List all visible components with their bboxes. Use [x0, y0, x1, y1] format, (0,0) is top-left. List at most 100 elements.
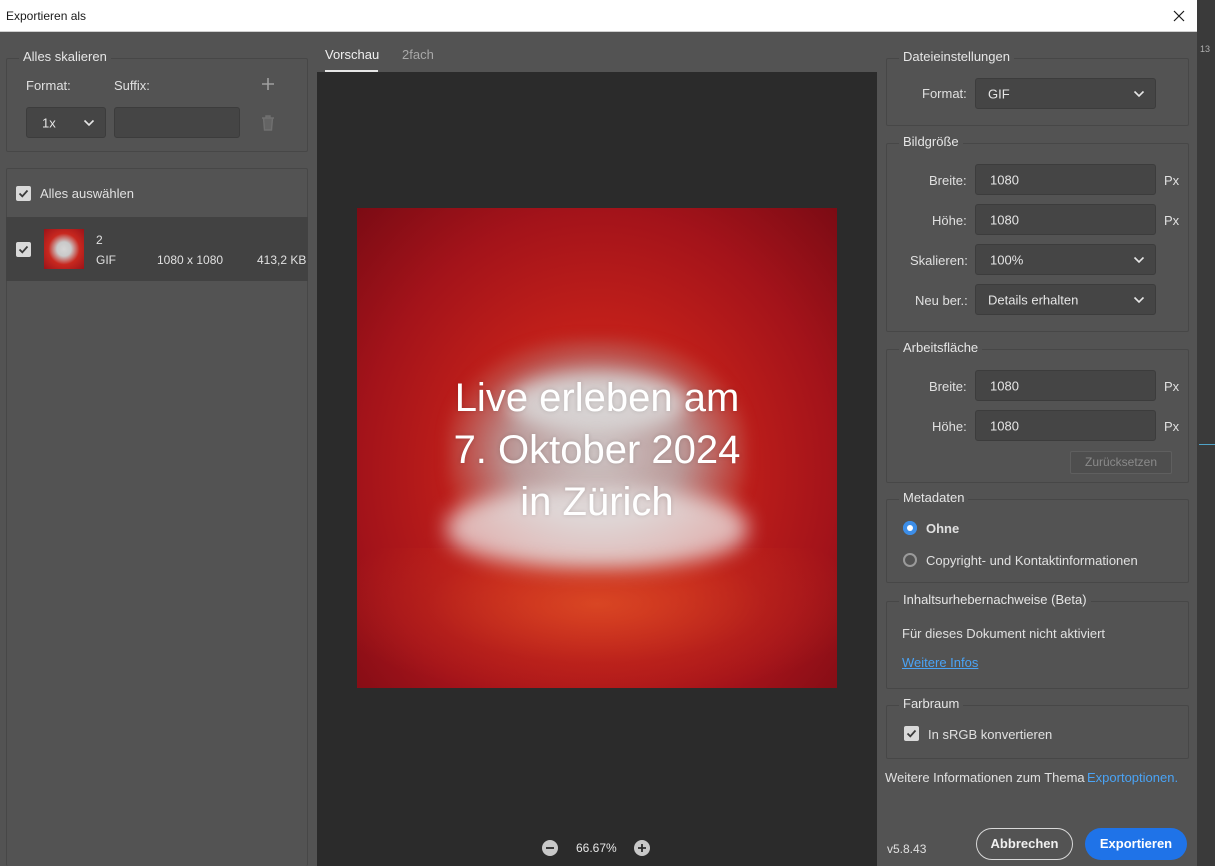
image-width-input[interactable]: 1080	[975, 164, 1156, 195]
file-settings-title: Dateieinstellungen	[899, 49, 1014, 64]
asset-name: 2	[96, 233, 103, 247]
scale-percent-select[interactable]: 100%	[975, 244, 1156, 275]
close-icon	[1173, 10, 1185, 22]
image-width-value: 1080	[990, 172, 1019, 187]
window-title: Exportieren als	[6, 9, 87, 23]
file-format-select[interactable]: GIF	[975, 78, 1156, 109]
scale-all-title: Alles skalieren	[19, 49, 111, 64]
image-text-line-1: Live erleben am	[454, 376, 740, 420]
chevron-down-icon	[1133, 90, 1145, 97]
image-height-label: Höhe:	[932, 213, 967, 228]
scale-select[interactable]: 1x	[26, 107, 106, 138]
title-bar: Exportieren als	[0, 0, 1197, 32]
preview-image: Live erleben am 7. Oktober 2024 in Züric…	[357, 208, 837, 688]
trash-icon	[262, 115, 274, 131]
canvas-size-group: Arbeitsfläche Breite: 1080 Px Höhe: 1080…	[886, 340, 1189, 483]
canvas-height-value: 1080	[990, 418, 1019, 433]
image-width-unit: Px	[1164, 173, 1180, 188]
zoom-out-button[interactable]	[542, 840, 558, 856]
image-width-label: Breite:	[929, 173, 967, 188]
asset-thumbnail	[44, 229, 84, 269]
preview-canvas[interactable]: Live erleben am 7. Oktober 2024 in Züric…	[317, 72, 877, 866]
srgb-checkbox[interactable]	[904, 726, 919, 741]
color-space-group: Farbraum In sRGB konvertieren	[886, 696, 1189, 759]
background-label: 13	[1200, 44, 1211, 54]
suffix-label: Suffix:	[114, 78, 150, 93]
checkmark-icon	[18, 189, 29, 198]
asset-size: 413,2 KB	[257, 253, 307, 267]
plus-icon	[262, 78, 274, 90]
version-label: v5.8.43	[887, 842, 927, 856]
chevron-down-icon	[1133, 256, 1145, 263]
image-glow	[357, 548, 837, 688]
scale-percent-value: 100%	[990, 252, 1024, 267]
canvas-width-unit: Px	[1164, 379, 1180, 394]
select-all-checkbox[interactable]	[16, 186, 31, 201]
zoom-out-icon	[542, 840, 558, 856]
zoom-in-button[interactable]	[634, 840, 650, 856]
resample-label: Neu ber.:	[915, 293, 968, 308]
metadata-title: Metadaten	[899, 490, 969, 505]
canvas-size-title: Arbeitsfläche	[899, 340, 983, 355]
chevron-down-icon	[1133, 296, 1145, 303]
canvas-width-value: 1080	[990, 378, 1019, 393]
content-credentials-group: Inhaltsurhebernachweise (Beta) Für diese…	[886, 592, 1189, 689]
tab-2x[interactable]: 2fach	[402, 47, 434, 62]
metadata-none-radio[interactable]	[903, 521, 917, 535]
file-settings-group: Dateieinstellungen Format: GIF	[886, 49, 1189, 126]
asset-format: GIF	[96, 253, 116, 267]
zoom-in-icon	[634, 840, 650, 856]
add-scale-button[interactable]	[259, 75, 277, 93]
metadata-copyright-radio[interactable]	[903, 553, 917, 567]
background-app-strip: 13	[1197, 0, 1215, 866]
image-size-group: Bildgröße Breite: 1080 Px Höhe: 1080 Px …	[886, 134, 1189, 332]
zoom-level: 66.67%	[576, 841, 617, 855]
export-options-link[interactable]: Exportoptionen.	[1087, 770, 1178, 785]
scale-label: Skalieren:	[910, 253, 968, 268]
image-height-input[interactable]: 1080	[975, 204, 1156, 235]
content-credentials-status: Für dieses Dokument nicht aktiviert	[902, 626, 1106, 641]
select-all-label: Alles auswählen	[40, 186, 134, 201]
delete-scale-button[interactable]	[260, 114, 276, 132]
canvas-width-label: Breite:	[929, 379, 967, 394]
checkmark-icon	[18, 245, 29, 254]
image-height-value: 1080	[990, 212, 1019, 227]
file-format-label: Format:	[922, 86, 967, 101]
file-format-value: GIF	[988, 86, 1010, 101]
close-button[interactable]	[1167, 4, 1191, 28]
image-size-title: Bildgröße	[899, 134, 963, 149]
zoom-controls: 66.67%	[542, 837, 662, 861]
asset-checkbox[interactable]	[16, 242, 31, 257]
canvas-height-unit: Px	[1164, 419, 1180, 434]
image-text-line-3: in Zürich	[520, 480, 674, 524]
metadata-none-label: Ohne	[926, 521, 960, 536]
asset-row[interactable]: 2 GIF 1080 x 1080 413,2 KB	[6, 217, 308, 281]
chevron-down-icon	[83, 119, 95, 126]
color-space-title: Farbraum	[899, 696, 964, 711]
image-height-unit: Px	[1164, 213, 1180, 228]
scale-select-value: 1x	[42, 115, 56, 130]
suffix-input[interactable]	[114, 107, 240, 138]
resample-select[interactable]: Details erhalten	[975, 284, 1156, 315]
metadata-copyright-label: Copyright- und Kontaktinformationen	[926, 553, 1138, 568]
image-text-line-2: 7. Oktober 2024	[453, 428, 741, 472]
format-label: Format:	[26, 78, 71, 93]
export-button[interactable]: Exportieren	[1085, 828, 1187, 860]
canvas-height-label: Höhe:	[932, 419, 967, 434]
scale-all-group: Alles skalieren Format: Suffix: 1x	[6, 49, 308, 152]
content-credentials-title: Inhaltsurhebernachweise (Beta)	[899, 592, 1091, 607]
reset-button[interactable]: Zurücksetzen	[1070, 451, 1172, 474]
theme-info-text: Weitere Informationen zum Thema	[885, 770, 1085, 785]
metadata-group: Metadaten Ohne Copyright- und Kontaktinf…	[886, 490, 1189, 583]
asset-dimensions: 1080 x 1080	[157, 253, 224, 267]
canvas-height-input[interactable]: 1080	[975, 410, 1156, 441]
tab-preview[interactable]: Vorschau	[325, 47, 379, 62]
export-dialog: Alles skalieren Format: Suffix: 1x Alles…	[0, 32, 1197, 866]
preview-tabs: Vorschau 2fach	[317, 32, 877, 72]
checkmark-icon	[906, 729, 917, 738]
canvas-width-input[interactable]: 1080	[975, 370, 1156, 401]
cancel-button[interactable]: Abbrechen	[976, 828, 1073, 860]
more-info-link[interactable]: Weitere Infos	[902, 655, 978, 670]
background-guide-line	[1199, 444, 1215, 445]
srgb-label: In sRGB konvertieren	[928, 727, 1053, 742]
